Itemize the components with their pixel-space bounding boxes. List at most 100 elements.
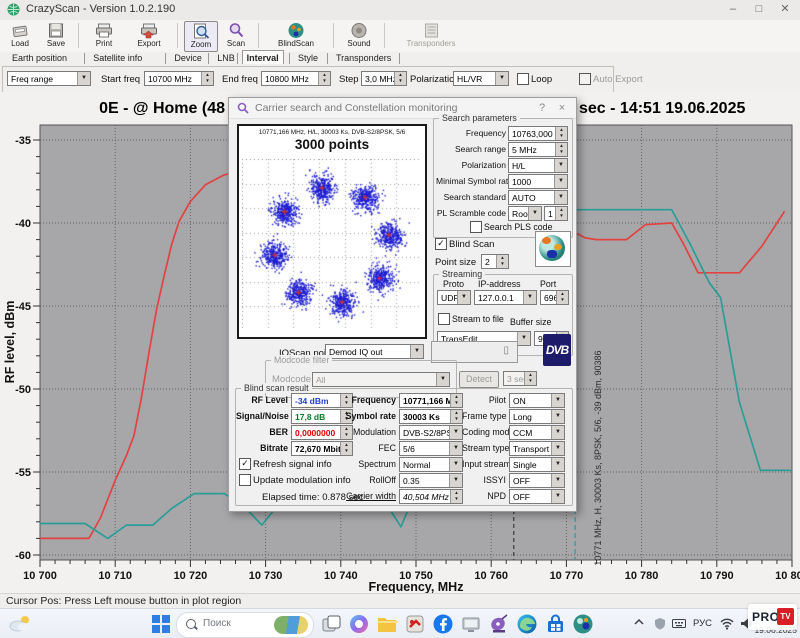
minimal-symbol-rate-select[interactable]: 1000▼ [508, 174, 568, 189]
rdp-icon[interactable] [460, 613, 482, 635]
store-icon[interactable] [544, 613, 566, 635]
facebook-icon[interactable] [432, 613, 454, 635]
ip-address-select[interactable]: 127.0.0.1▼ [474, 290, 537, 305]
proto-select[interactable]: UDP▼ [437, 290, 471, 305]
detect-button[interactable]: Detect [459, 371, 499, 388]
save-button[interactable]: Save [40, 21, 72, 50]
fec-select[interactable]: 5/6▼ [399, 441, 463, 456]
taskview-icon[interactable] [320, 613, 342, 635]
wifi-icon[interactable] [720, 617, 734, 633]
pilot-select[interactable]: ON▼ [509, 393, 565, 408]
polarization-select[interactable]: H/L▼ [508, 158, 568, 173]
explorer-icon[interactable] [376, 613, 398, 635]
spectrum-select[interactable]: Normal▼ [399, 457, 463, 472]
weather-icon[interactable] [8, 615, 32, 632]
search-standard-select[interactable]: AUTO▼ [508, 190, 568, 205]
zoom-button[interactable]: Zoom [184, 21, 218, 52]
tab-earth-position[interactable]: Earth position [8, 52, 71, 64]
frequency-input[interactable]: 10763,000 MHz▲▼ [508, 126, 568, 141]
svg-text:Frequency, MHz: Frequency, MHz [369, 580, 464, 593]
stream-to-file-checkbox[interactable] [438, 313, 450, 325]
result-label: Frame type [462, 411, 506, 421]
spinner-buttons[interactable]: ▲▼ [201, 72, 213, 85]
frame-type-select[interactable]: Long▼ [509, 409, 565, 424]
spinner-buttons[interactable]: ▲▼ [318, 72, 330, 85]
frequency-input[interactable]: 10771,166 MH▲▼ [399, 393, 463, 408]
window-title: CrazyScan - Version 1.0.2.190 [26, 3, 175, 15]
search-pls-checkbox[interactable] [470, 221, 482, 233]
tab-transponders[interactable]: Transponders [332, 52, 395, 64]
tab-interval[interactable]: Interval [242, 50, 284, 64]
tab-style[interactable]: Style [294, 52, 322, 64]
constellation-panel: 10771,166 MHz, H/L, 30003 Ks, DVB-S2/8PS… [237, 124, 427, 339]
carrier-width-input[interactable]: 40,504 MHz▲▼ [399, 489, 463, 504]
chevron-up-icon[interactable] [633, 617, 647, 633]
crazycat-icon-button[interactable] [535, 231, 571, 267]
svg-text:10 760: 10 760 [474, 570, 508, 582]
tray-shield-icon[interactable] [654, 617, 668, 633]
loop-checkbox[interactable] [517, 73, 529, 85]
modcode-select[interactable]: All▼ [312, 372, 450, 387]
detect-interval-input[interactable]: 3 sec▲▼ [503, 371, 537, 386]
close-button[interactable]: ✕ [774, 2, 796, 18]
start-icon[interactable] [150, 613, 172, 635]
freq-range-select[interactable]: Freq range▼ [7, 71, 91, 86]
load-button[interactable]: Load [4, 21, 36, 50]
progress-glyph: ▯ [503, 345, 509, 356]
protv-promo-overlay[interactable]: PRO TV [748, 604, 797, 630]
ip-label: IP-address [478, 279, 521, 289]
export-button[interactable]: Export [127, 21, 171, 50]
spinner-buttons[interactable]: ▲▼ [394, 72, 406, 85]
crazyscan-icon[interactable] [404, 613, 426, 635]
keyboard-icon[interactable] [672, 617, 686, 633]
svg-text:10 720: 10 720 [174, 570, 208, 582]
tab-satellite-info[interactable]: Satellite info [89, 52, 146, 64]
auto-export-checkbox[interactable] [579, 73, 591, 85]
stream-type-select[interactable]: Transport▼ [509, 441, 565, 456]
search-highlight-image[interactable] [274, 616, 308, 634]
scan-button[interactable]: Scan [220, 21, 252, 50]
symbol-rate-input[interactable]: 30003 Ks▲▼ [399, 409, 463, 424]
print-button[interactable]: Print [85, 21, 123, 50]
npd-select[interactable]: OFF▼ [509, 489, 565, 504]
blind-scan-checkbox[interactable]: ✓ [435, 238, 447, 250]
rolloff-select[interactable]: 0.35▼ [399, 473, 463, 488]
maximize-button[interactable]: □ [748, 2, 770, 18]
update-modulation-checkbox[interactable] [239, 474, 251, 486]
tab-device[interactable]: Device [170, 52, 206, 64]
refresh-signal-label: Refresh signal info [253, 459, 332, 470]
port-input[interactable]: 6969▲▼ [540, 290, 569, 305]
blindscan-button[interactable]: BlindScan [265, 21, 327, 50]
pl-scramble-code-select[interactable]: Root▼ [508, 206, 542, 221]
help-button[interactable]: ? [534, 101, 550, 115]
pl-scramble-code-value-input[interactable]: 1▲▼ [544, 206, 568, 221]
satellite-icon[interactable] [488, 613, 510, 635]
start-freq-input[interactable]: 10700 MHz▲▼ [144, 71, 214, 86]
step-input[interactable]: 3,0 MHz▲▼ [361, 71, 407, 86]
crazycat-icon[interactable] [572, 613, 594, 635]
refresh-signal-checkbox[interactable]: ✓ [239, 458, 251, 470]
search-param-label: Minimal Symbol rate [436, 176, 506, 186]
point-size-input[interactable]: 2▲▼ [481, 254, 509, 269]
search-range-input[interactable]: 5 MHz▲▼ [508, 142, 568, 157]
chevron-down-icon: ▼ [410, 345, 423, 358]
minimize-button[interactable]: – [722, 2, 744, 18]
toolbar-button-label: Save [40, 39, 72, 48]
search-input[interactable]: Поиск [176, 612, 314, 638]
spinner-buttons[interactable]: ▲▼ [496, 255, 508, 268]
language-indicator[interactable]: РУС [693, 618, 712, 629]
dialog-close-button[interactable]: × [554, 101, 570, 115]
sound-button[interactable]: Sound [340, 21, 378, 50]
iqscan-select[interactable]: Demod IQ out▼ [325, 344, 424, 359]
polarization-select[interactable]: HL/VR▼ [453, 71, 509, 86]
transponders-button[interactable]: Transponders [391, 21, 471, 50]
coding-mode-select[interactable]: CCM▼ [509, 425, 565, 440]
modulation-select[interactable]: DVB-S2/8PSK▼ [399, 425, 463, 440]
input-stream-select[interactable]: Single▼ [509, 457, 565, 472]
result-label: BER [236, 427, 288, 437]
copilot-icon[interactable] [348, 613, 370, 635]
end-freq-input[interactable]: 10800 MHz▲▼ [261, 71, 331, 86]
tab-lnb[interactable]: LNB [213, 52, 239, 64]
issyi-select[interactable]: OFF▼ [509, 473, 565, 488]
edge-icon[interactable] [516, 613, 538, 635]
